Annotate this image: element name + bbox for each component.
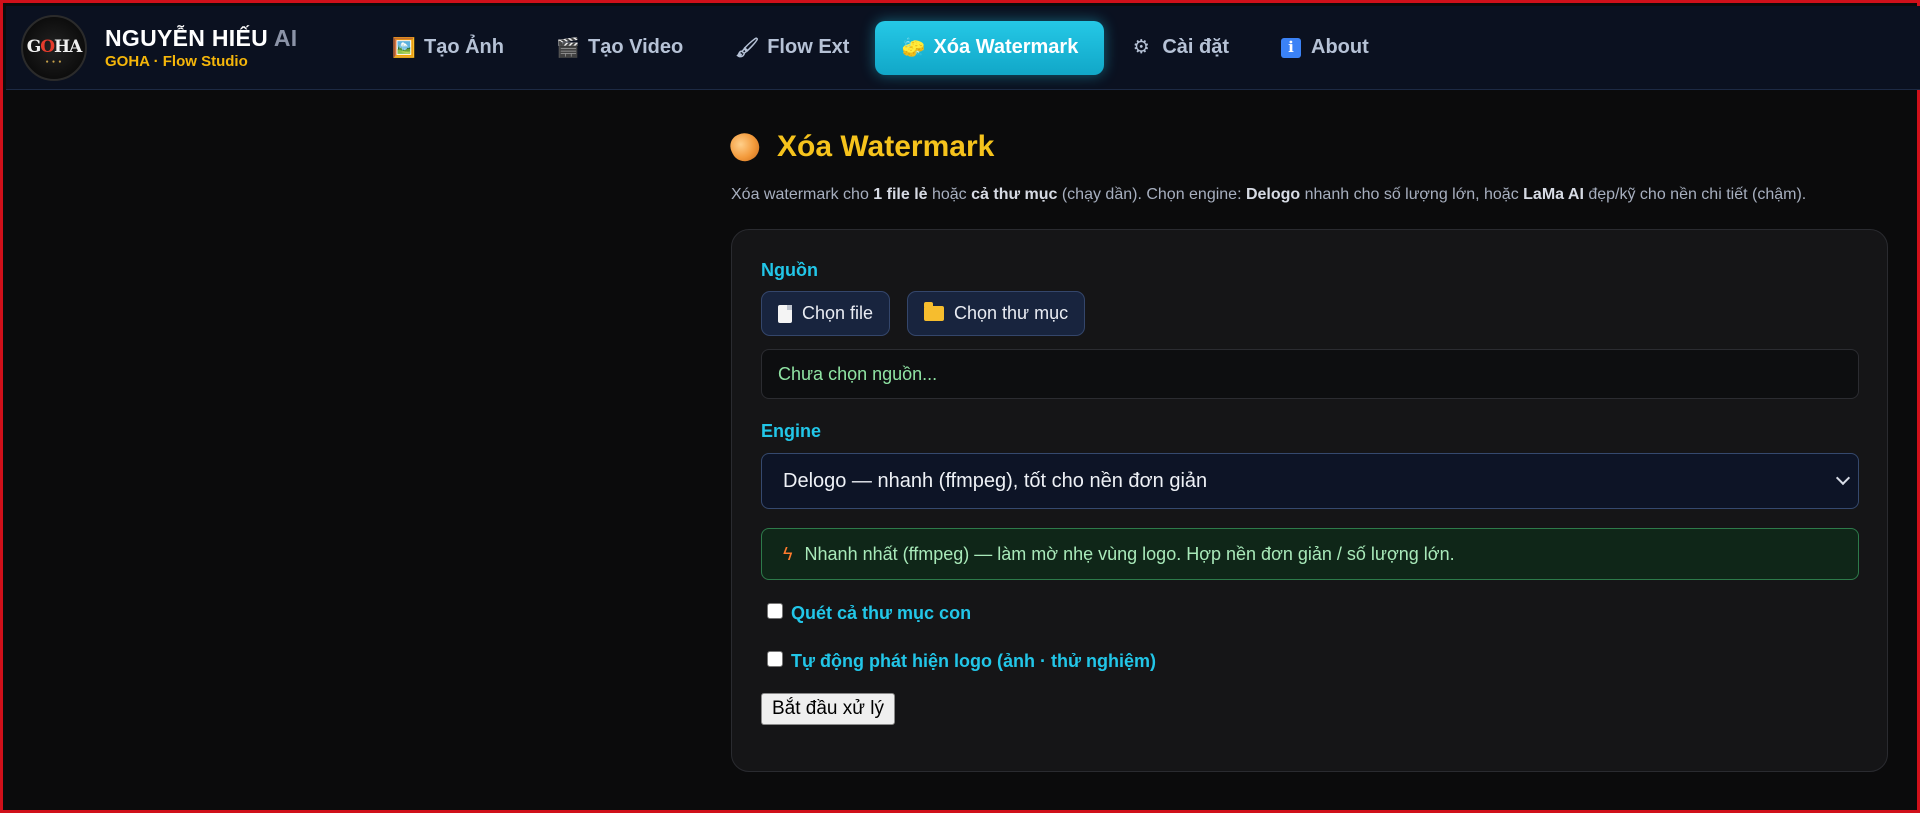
page-title-text: Xóa Watermark (777, 130, 995, 163)
tab-about[interactable]: ℹ About (1255, 21, 1395, 75)
tab-tao-video[interactable]: 🎬 Tạo Video (530, 21, 709, 75)
logo-decoration: ● ● ● (45, 58, 63, 65)
source-path-display: Chưa chọn nguồn... (761, 349, 1859, 399)
tab-label: Tạo Ảnh (424, 36, 504, 58)
tab-tao-anh[interactable]: 🖼️ Tạo Ảnh (366, 21, 530, 75)
top-navbar: GOHA ● ● ● NGUYỄN HIẾU AI GOHA · Flow St… (6, 6, 1920, 90)
brush-icon: 🖌 (735, 37, 760, 59)
brand-subtitle: GOHA · Flow Studio (105, 52, 248, 70)
file-icon (778, 304, 792, 323)
source-label: Nguồn (761, 260, 818, 280)
page-title: Xóa Watermark (726, 128, 995, 166)
engine-selected-value: Delogo — nhanh (ffmpeg), tốt cho nền đơn… (783, 469, 1208, 492)
tab-xoa-watermark[interactable]: 🧽 Xóa Watermark (875, 20, 1105, 75)
logo-text: GOHA (26, 36, 83, 57)
app-window: GOHA ● ● ● NGUYỄN HIẾU AI GOHA · Flow St… (0, 0, 1920, 813)
info-icon: ℹ (1281, 37, 1302, 58)
choose-folder-label: Chọn thư mục (954, 303, 1069, 323)
tab-cai-dat[interactable]: ⚙ Cài đặt (1104, 21, 1255, 75)
scan-subfolders-label[interactable]: Quét cả thư mục con (791, 603, 971, 624)
page-header: Xóa Watermark (726, 128, 995, 166)
desc-text: hoặc (927, 186, 972, 203)
desc-text: Xóa watermark cho (731, 186, 874, 203)
folder-icon (924, 302, 944, 321)
engine-info-box: ϟ Nhanh nhất (ffmpeg) — làm mờ nhẹ vùng … (761, 528, 1859, 580)
brand[interactable]: GOHA ● ● ● NGUYỄN HIẾU AI GOHA · Flow St… (21, 14, 366, 81)
desc-text: (chạy dần). Chọn engine: (1057, 186, 1246, 203)
start-processing-button[interactable]: Bắt đầu xử lý (761, 693, 895, 725)
chevron-down-icon (1835, 470, 1851, 486)
tab-label: Cài đặt (1162, 36, 1230, 58)
scan-subfolders-checkbox[interactable] (767, 602, 783, 619)
main-nav: 🖼️ Tạo Ảnh 🎬 Tạo Video 🖌 Flow Ext 🧽 Xóa … (366, 20, 1395, 75)
brand-title-ai: AI (273, 24, 298, 51)
tab-flow-ext[interactable]: 🖌 Flow Ext (709, 21, 875, 75)
auto-detect-label[interactable]: Tự động phát hiện logo (ảnh · thử nghiệm… (791, 651, 1156, 672)
scan-subfolders-row: Quét cả thư mục con (767, 602, 971, 624)
page-description: Xóa watermark cho 1 file lẻ hoặc cả thư … (731, 186, 1806, 204)
engine-info-text: Nhanh nhất (ffmpeg) — làm mờ nhẹ vùng lo… (804, 543, 1455, 564)
sponge-icon: 🧽 (901, 37, 926, 59)
engine-label: Engine (761, 421, 822, 441)
auto-detect-checkbox[interactable] (767, 650, 783, 667)
clapperboard-icon: 🎬 (556, 37, 580, 59)
tab-label: Flow Ext (767, 36, 850, 58)
sponge-icon (726, 128, 764, 166)
brand-text: NGUYỄN HIẾU AI GOHA · Flow Studio (105, 25, 298, 71)
brand-title-main: NGUYỄN HIẾU (105, 24, 269, 51)
desc-text: nhanh cho số lượng lớn, hoặc (1300, 186, 1524, 203)
goha-logo: GOHA ● ● ● (21, 14, 87, 81)
source-path-text: Chưa chọn nguồn... (778, 363, 938, 384)
desc-text: đẹp/kỹ cho nền chi tiết (chậm). (1583, 186, 1807, 203)
gear-icon: ⚙ (1132, 37, 1150, 58)
image-icon: 🖼️ (392, 37, 416, 59)
desc-bold: Delogo (1245, 186, 1301, 203)
lightning-icon: ϟ (783, 543, 793, 564)
engine-select[interactable]: Delogo — nhanh (ffmpeg), tốt cho nền đơn… (761, 453, 1859, 509)
desc-bold: 1 file lẻ (873, 186, 928, 203)
desc-bold: cả thư mục (971, 186, 1058, 203)
tab-label: About (1311, 36, 1369, 58)
tab-label: Tạo Video (588, 36, 684, 58)
choose-file-label: Chọn file (802, 303, 874, 323)
brand-title: NGUYỄN HIẾU AI (105, 25, 298, 51)
auto-detect-row: Tự động phát hiện logo (ảnh · thử nghiệm… (767, 650, 1156, 672)
watermark-form-card: Nguồn Chọn file Chọn thư mục Chưa chọn n… (731, 229, 1888, 772)
choose-folder-button[interactable]: Chọn thư mục (907, 291, 1086, 336)
tab-label: Xóa Watermark (933, 36, 1079, 58)
desc-bold: LaMa AI (1523, 186, 1584, 203)
choose-file-button[interactable]: Chọn file (761, 291, 891, 336)
